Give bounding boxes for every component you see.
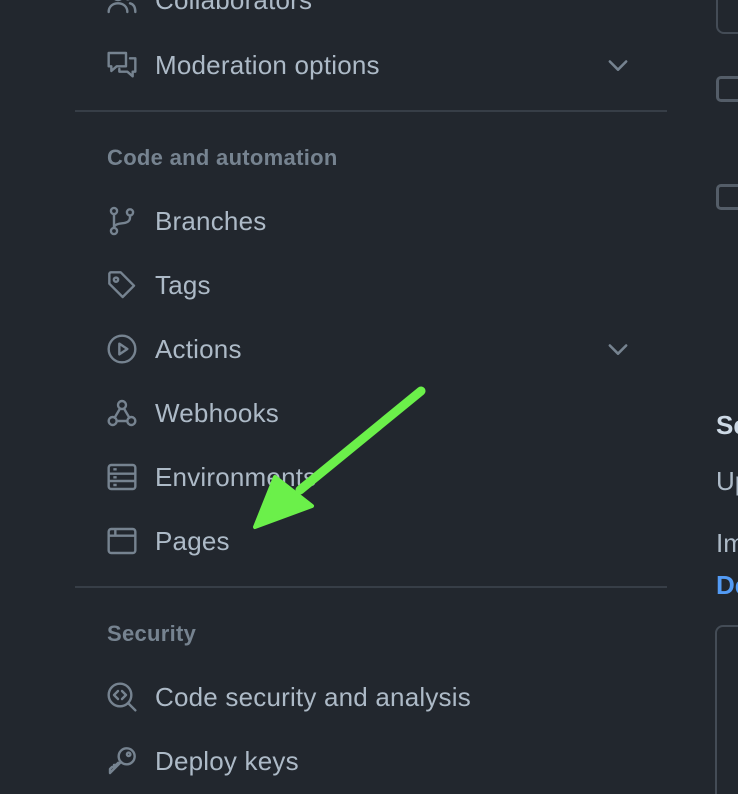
description-text: Up: [716, 466, 738, 496]
git-branch-icon: [106, 204, 140, 238]
browser-icon: [106, 524, 140, 558]
section-divider: [75, 110, 667, 112]
checkbox[interactable]: [716, 76, 738, 102]
section-divider: [75, 586, 667, 588]
settings-box: [716, 0, 738, 34]
sidebar-item-webhooks[interactable]: Webhooks: [106, 385, 646, 441]
comment-discussion-icon: [106, 48, 140, 82]
sidebar-item-deploy-keys[interactable]: Deploy keys: [106, 733, 646, 789]
main-content-panel: Se Up Im De: [700, 0, 738, 794]
sidebar-item-label: Actions: [155, 333, 242, 364]
docs-link[interactable]: De: [716, 570, 738, 601]
settings-sidebar: Collaborators Moderation options Code an…: [0, 0, 700, 794]
sidebar-item-label: Tags: [155, 269, 211, 300]
sidebar-item-environments[interactable]: Environments: [106, 449, 646, 505]
tag-icon: [106, 268, 140, 302]
play-icon: [106, 332, 140, 366]
chevron-down-icon[interactable]: [604, 51, 632, 79]
sidebar-item-label: Webhooks: [155, 397, 279, 428]
section-heading-code-automation: Code and automation: [107, 145, 338, 170]
section-title: Se: [716, 410, 738, 440]
section-heading-security: Security: [107, 621, 197, 646]
sidebar-item-pages[interactable]: Pages: [106, 513, 646, 569]
codescan-icon: [106, 680, 140, 714]
sidebar-item-code-security[interactable]: Code security and analysis: [106, 669, 646, 725]
settings-box: [715, 625, 738, 794]
checkbox[interactable]: [716, 184, 738, 210]
description-text: Im: [716, 528, 738, 558]
sidebar-item-moderation-options[interactable]: Moderation options: [106, 37, 646, 93]
sidebar-item-label: Deploy keys: [155, 745, 299, 776]
webhook-icon: [106, 396, 140, 430]
people-icon: [106, 0, 140, 17]
sidebar-item-label: Branches: [155, 205, 267, 236]
chevron-down-icon[interactable]: [604, 335, 632, 363]
sidebar-item-collaborators[interactable]: Collaborators: [106, 0, 646, 28]
key-icon: [106, 744, 140, 778]
sidebar-item-actions[interactable]: Actions: [106, 321, 646, 377]
sidebar-item-label: Code security and analysis: [155, 681, 471, 712]
sidebar-item-tags[interactable]: Tags: [106, 257, 646, 313]
sidebar-item-label: Pages: [155, 525, 230, 556]
sidebar-item-label: Collaborators: [155, 0, 312, 16]
server-icon: [106, 460, 140, 494]
sidebar-item-label: Environments: [155, 461, 317, 492]
sidebar-item-branches[interactable]: Branches: [106, 193, 646, 249]
sidebar-item-label: Moderation options: [155, 49, 380, 80]
